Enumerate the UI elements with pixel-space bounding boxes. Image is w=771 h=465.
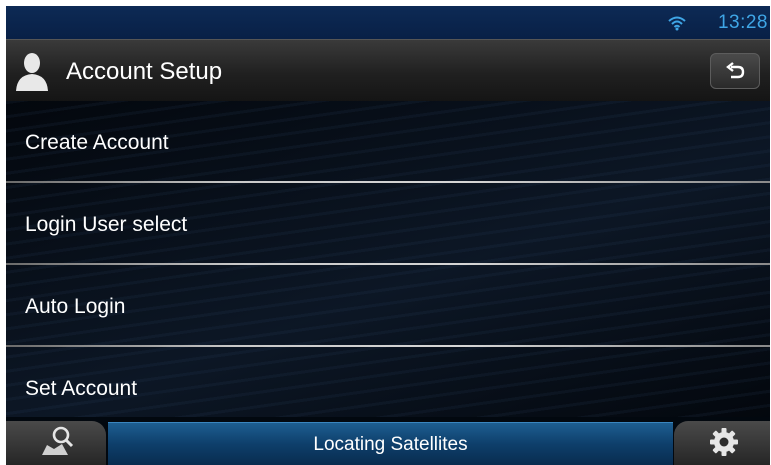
navigation-status-text: Locating Satellites xyxy=(313,434,468,455)
title-bar: Account Setup xyxy=(6,39,770,102)
settings-button[interactable] xyxy=(674,421,770,465)
menu-item-set-account[interactable]: Set Account xyxy=(6,347,770,427)
map-search-icon xyxy=(42,426,74,455)
gear-icon xyxy=(710,428,738,456)
back-arrow-icon xyxy=(726,62,745,79)
navigation-status-bar: Locating Satellites xyxy=(108,422,673,465)
menu-item-label: Login User select xyxy=(25,213,188,236)
back-button[interactable] xyxy=(710,53,760,89)
page-title: Account Setup xyxy=(66,58,223,85)
wifi-icon xyxy=(668,16,686,31)
menu-item-create-account[interactable]: Create Account xyxy=(6,101,770,181)
account-menu: Create Account Login User select Auto Lo… xyxy=(6,101,770,421)
menu-item-label: Create Account xyxy=(25,131,169,154)
status-bar: 13:28 xyxy=(6,6,770,39)
map-search-button[interactable] xyxy=(6,421,106,465)
screen: 13:28 Account Setup Create Account Login… xyxy=(0,0,771,465)
bottom-bar: Locating Satellites xyxy=(6,417,770,465)
menu-item-label: Set Account xyxy=(25,377,138,400)
menu-item-login-user-select[interactable]: Login User select xyxy=(6,183,770,263)
device-display: 13:28 Account Setup Create Account Login… xyxy=(6,6,770,465)
clock: 13:28 xyxy=(717,12,768,33)
person-icon xyxy=(16,53,48,91)
menu-item-auto-login[interactable]: Auto Login xyxy=(6,265,770,345)
menu-item-label: Auto Login xyxy=(25,295,126,318)
